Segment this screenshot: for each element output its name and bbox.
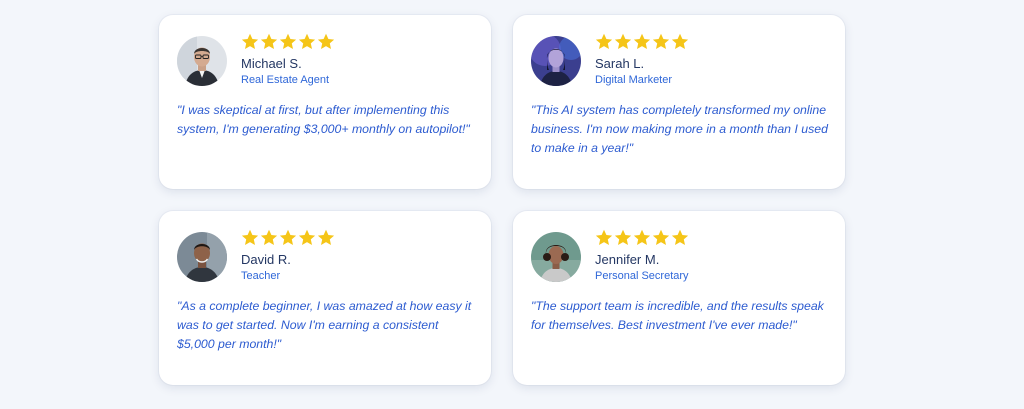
testimonial-quote: "As a complete beginner, I was amazed at… [177, 299, 472, 351]
testimonial-card: Sarah L. Digital Marketer "This AI syste… [513, 15, 845, 189]
person-photo-icon [531, 232, 581, 282]
rating-stars [241, 33, 335, 51]
star-icon [633, 229, 651, 247]
reviewer-role: Real Estate Agent [241, 74, 330, 86]
person-photo-icon [177, 232, 227, 282]
reviewer-name: Sarah L. [595, 56, 645, 71]
reviewer-name: Michael S. [241, 56, 302, 71]
person-photo-icon [531, 36, 581, 86]
star-icon [671, 33, 689, 51]
reviewer-name: David R. [241, 252, 291, 267]
rating-stars [595, 33, 689, 51]
star-icon [298, 33, 316, 51]
rating-stars [241, 229, 335, 247]
reviewer-role: Digital Marketer [595, 74, 673, 86]
reviewer-name: Jennifer M. [595, 252, 660, 267]
reviewer-role: Personal Secretary [595, 270, 689, 282]
avatar [177, 36, 227, 86]
testimonial-quote: "This AI system has completely transform… [531, 103, 828, 155]
star-icon [595, 33, 613, 51]
testimonial-quote: "I was skeptical at first, but after imp… [177, 103, 470, 136]
avatar [531, 232, 581, 282]
star-icon [614, 33, 632, 51]
star-icon [260, 229, 278, 247]
star-icon [260, 33, 278, 51]
testimonials-grid: Michael S. Real Estate Agent "I was skep… [0, 0, 1024, 409]
testimonial-quote: "The support team is incredible, and the… [531, 299, 824, 332]
star-icon [241, 229, 259, 247]
star-icon [652, 229, 670, 247]
star-icon [279, 229, 297, 247]
star-icon [317, 33, 335, 51]
testimonial-card: David R. Teacher "As a complete beginner… [159, 211, 491, 385]
rating-stars [595, 229, 689, 247]
testimonial-card: Michael S. Real Estate Agent "I was skep… [159, 15, 491, 189]
star-icon [317, 229, 335, 247]
testimonial-card: Jennifer M. Personal Secretary "The supp… [513, 211, 845, 385]
star-icon [633, 33, 651, 51]
star-icon [279, 33, 297, 51]
star-icon [595, 229, 613, 247]
star-icon [614, 229, 632, 247]
star-icon [652, 33, 670, 51]
star-icon [671, 229, 689, 247]
person-photo-icon [177, 36, 227, 86]
reviewer-role: Teacher [241, 270, 281, 282]
star-icon [241, 33, 259, 51]
star-icon [298, 229, 316, 247]
avatar [177, 232, 227, 282]
avatar [531, 36, 581, 86]
